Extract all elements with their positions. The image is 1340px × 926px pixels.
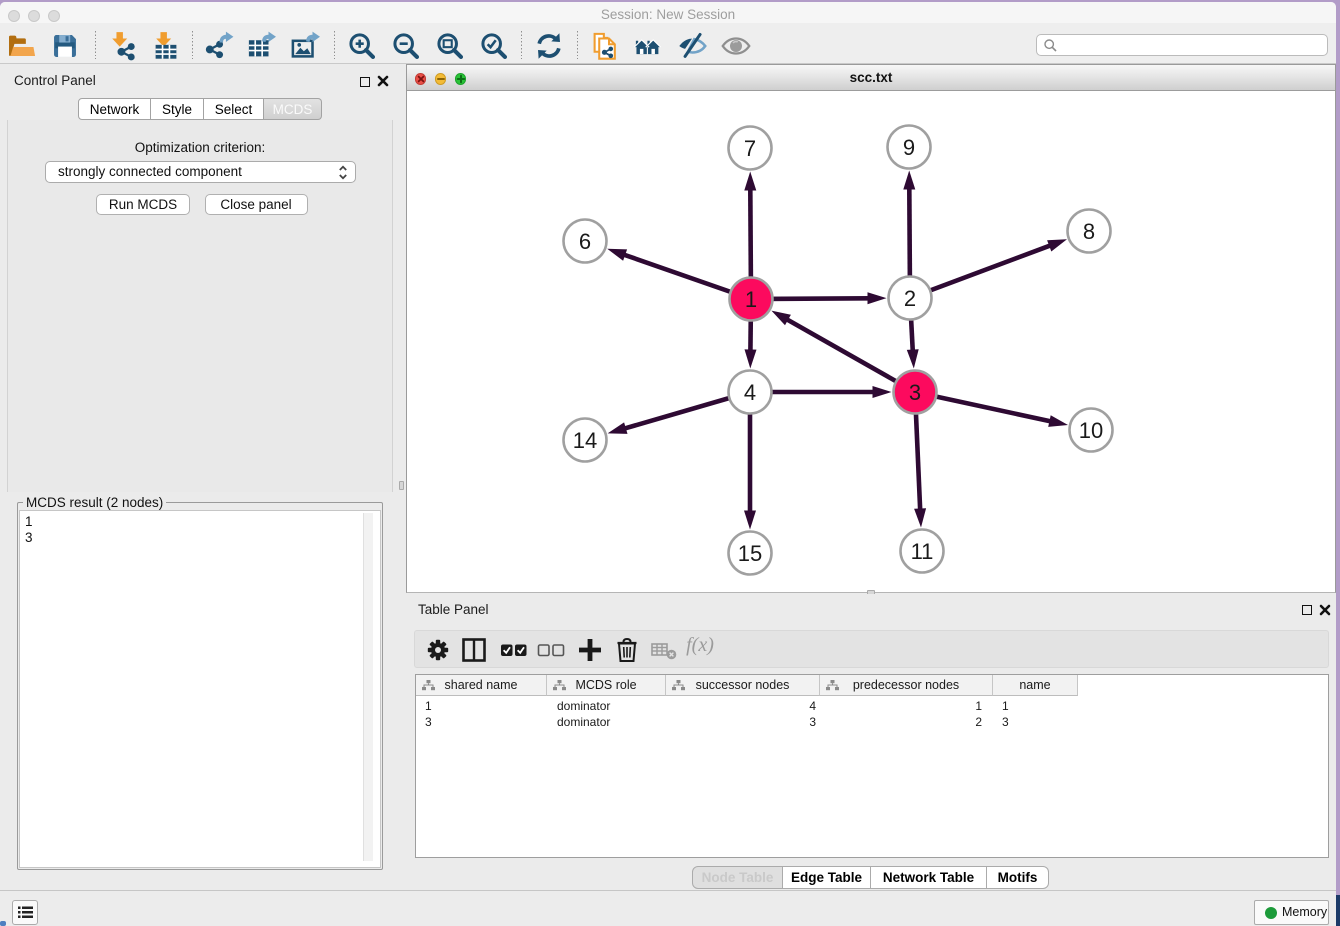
svg-text:11: 11	[911, 539, 934, 564]
svg-text:1: 1	[745, 287, 757, 312]
svg-text:3: 3	[909, 380, 921, 405]
svg-text:14: 14	[573, 428, 597, 453]
svg-text:7: 7	[744, 136, 756, 161]
svg-text:6: 6	[579, 229, 591, 254]
svg-text:4: 4	[744, 380, 756, 405]
svg-text:10: 10	[1079, 418, 1103, 443]
svg-text:2: 2	[904, 286, 916, 311]
svg-text:15: 15	[738, 541, 762, 566]
svg-text:8: 8	[1083, 219, 1095, 244]
svg-text:9: 9	[903, 135, 915, 160]
